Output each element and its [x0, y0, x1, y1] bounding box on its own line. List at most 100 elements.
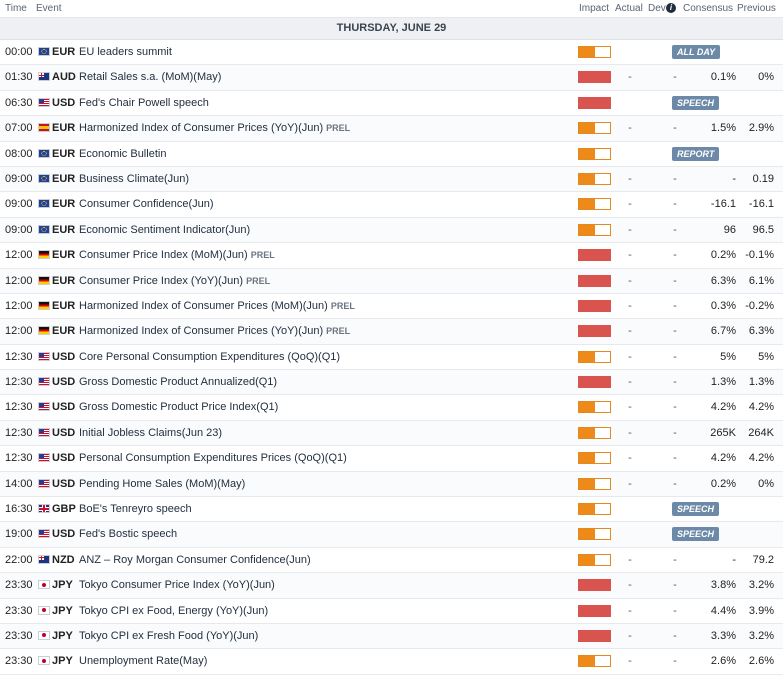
us-flag-icon	[38, 351, 50, 361]
event-title[interactable]: Personal Consumption Expenditures Prices…	[79, 452, 347, 464]
table-row[interactable]: 19:00 USD Fed's Bostic speech SPEECH	[0, 522, 783, 548]
table-row[interactable]: 23:30 JPY Tokyo Consumer Price Index (YoY)…	[0, 573, 783, 599]
event-name[interactable]: Consumer Confidence(Jun)	[79, 192, 569, 216]
impact-medium-icon	[578, 426, 611, 439]
info-icon[interactable]: i	[666, 3, 676, 13]
table-row[interactable]: 22:00 NZD ANZ – Roy Morgan Consumer Confid…	[0, 547, 783, 574]
event-time: 14:00	[5, 477, 33, 490]
header-impact[interactable]: Impact	[579, 3, 609, 14]
event-name[interactable]: Unemployment Rate(May)	[79, 649, 569, 673]
event-title[interactable]: Economic Sentiment Indicator(Jun)	[79, 224, 250, 236]
event-deviation: -	[673, 426, 677, 439]
event-currency: USD	[52, 401, 76, 414]
table-row[interactable]: 23:30 JPY Tokyo CPI ex Food, Energy (YoY)(…	[0, 598, 783, 624]
event-name[interactable]: Consumer Price Index (YoY)(Jun) PREL	[79, 269, 569, 293]
table-row[interactable]: 12:30 USD Core Personal Consumption Expend…	[0, 344, 783, 371]
event-title[interactable]: Pending Home Sales (MoM)(May)	[79, 478, 245, 490]
table-row[interactable]: 12:00 EUR Harmonized Index of Consumer Pri…	[0, 293, 783, 320]
event-name[interactable]: Tokyo Consumer Price Index (YoY)(Jun)	[79, 573, 569, 597]
event-title[interactable]: Consumer Price Index (YoY)(Jun)	[79, 275, 243, 287]
de-flag-icon	[38, 250, 50, 260]
table-row[interactable]: 12:30 USD Gross Domestic Product Annualize…	[0, 370, 783, 396]
impact-medium-icon	[578, 452, 611, 465]
table-row[interactable]: 12:00 EUR Consumer Price Index (YoY)(Jun) P…	[0, 268, 783, 294]
header-event[interactable]: Event	[36, 3, 62, 14]
event-name[interactable]: ANZ – Roy Morgan Consumer Confidence(Jun…	[79, 548, 569, 572]
event-consensus: 6.7%	[710, 325, 736, 338]
table-row[interactable]: 16:30 GBP BoE's Tenreyro speech SPEECH	[0, 497, 783, 523]
header-previous[interactable]: Previous	[737, 3, 776, 14]
jp-flag-icon	[38, 630, 50, 640]
header-actual[interactable]: Actual	[615, 3, 643, 14]
event-title[interactable]: Harmonized Index of Consumer Prices (YoY…	[79, 325, 323, 337]
event-name[interactable]: Gross Domestic Product Annualized(Q1)	[79, 370, 569, 394]
event-name[interactable]: Tokyo CPI ex Fresh Food (YoY)(Jun)	[79, 624, 569, 648]
event-time: 06:30	[5, 96, 33, 109]
event-title[interactable]: Gross Domestic Product Annualized(Q1)	[79, 376, 277, 388]
event-deviation: -	[673, 122, 677, 135]
event-name[interactable]: BoE's Tenreyro speech	[79, 497, 569, 521]
event-title[interactable]: Tokyo Consumer Price Index (YoY)(Jun)	[79, 579, 275, 591]
event-title[interactable]: Business Climate(Jun)	[79, 173, 189, 185]
event-title[interactable]: Retail Sales s.a. (MoM)(May)	[79, 71, 221, 83]
header-time[interactable]: Time	[5, 3, 27, 14]
event-title[interactable]: EU leaders summit	[79, 46, 172, 58]
event-name[interactable]: Core Personal Consumption Expenditures (…	[79, 345, 569, 369]
event-name[interactable]: Pending Home Sales (MoM)(May)	[79, 472, 569, 496]
event-name[interactable]: Personal Consumption Expenditures Prices…	[79, 446, 569, 470]
event-title[interactable]: Economic Bulletin	[79, 148, 166, 160]
table-row[interactable]: 08:00 EUR Economic Bulletin REPORT	[0, 141, 783, 167]
event-title[interactable]: Consumer Confidence(Jun)	[79, 198, 214, 210]
table-row[interactable]: 09:00 EUR Economic Sentiment Indicator(Jun…	[0, 217, 783, 244]
event-title[interactable]: Core Personal Consumption Expenditures (…	[79, 351, 340, 363]
table-row[interactable]: 01:30 AUD Retail Sales s.a. (MoM)(May) - - 0.…	[0, 65, 783, 91]
event-title[interactable]: Tokyo CPI ex Fresh Food (YoY)(Jun)	[79, 630, 258, 642]
event-title[interactable]: Initial Jobless Claims(Jun 23)	[79, 427, 222, 439]
table-row[interactable]: 23:30 JPY Tokyo CPI ex Fresh Food (YoY)(Ju…	[0, 623, 783, 650]
event-title[interactable]: Unemployment Rate(May)	[79, 655, 207, 667]
event-name[interactable]: Tokyo CPI ex Food, Energy (YoY)(Jun)	[79, 599, 569, 623]
table-row[interactable]: 09:00 EUR Consumer Confidence(Jun) - - -16.1-…	[0, 192, 783, 218]
event-name[interactable]: Retail Sales s.a. (MoM)(May)	[79, 65, 569, 89]
event-title[interactable]: Fed's Bostic speech	[79, 528, 177, 540]
event-title[interactable]: Fed's Chair Powell speech	[79, 97, 209, 109]
event-title[interactable]: Harmonized Index of Consumer Prices (MoM…	[79, 300, 328, 312]
event-name[interactable]: Consumer Price Index (MoM)(Jun) PREL	[79, 243, 569, 267]
table-row[interactable]: 07:00 EUR Harmonized Index of Consumer Pri…	[0, 116, 783, 142]
table-row[interactable]: 12:00 EUR Harmonized Index of Consumer Pri…	[0, 319, 783, 345]
table-row[interactable]: 09:00 EUR Business Climate(Jun) - - - 0.19	[0, 166, 783, 193]
table-row[interactable]: 12:30 USD Gross Domestic Product Price Ind…	[0, 395, 783, 421]
event-name[interactable]: Harmonized Index of Consumer Prices (MoM…	[79, 294, 569, 318]
event-previous: 264K	[748, 426, 774, 439]
table-row[interactable]: 23:30 JPY Unemployment Rate(May) - - 2.6% 2.6%	[0, 649, 783, 675]
event-title[interactable]: ANZ – Roy Morgan Consumer Confidence(Jun…	[79, 554, 311, 566]
event-name[interactable]: Gross Domestic Product Price Index(Q1)	[79, 395, 569, 419]
event-title[interactable]: BoE's Tenreyro speech	[79, 503, 192, 515]
table-row[interactable]: 12:30 USD Personal Consumption Expenditure…	[0, 446, 783, 472]
impact-medium-icon	[578, 198, 611, 211]
event-name[interactable]: Fed's Chair Powell speech	[79, 91, 569, 115]
event-consensus: 1.5%	[710, 122, 736, 135]
de-flag-icon	[38, 275, 50, 285]
event-title[interactable]: Consumer Price Index (MoM)(Jun)	[79, 249, 248, 261]
table-row[interactable]: 06:30 USD Fed's Chair Powell speech SPEECH	[0, 90, 783, 117]
event-name[interactable]: Initial Jobless Claims(Jun 23)	[79, 421, 569, 445]
event-name[interactable]: Economic Bulletin	[79, 142, 569, 166]
event-title[interactable]: Gross Domestic Product Price Index(Q1)	[79, 401, 278, 413]
event-actual: -	[628, 223, 632, 236]
event-title[interactable]: Tokyo CPI ex Food, Energy (YoY)(Jun)	[79, 605, 268, 617]
event-title[interactable]: Harmonized Index of Consumer Prices (YoY…	[79, 122, 323, 134]
header-consensus[interactable]: Consensus	[683, 3, 733, 14]
header-dev[interactable]: Dev	[648, 3, 666, 14]
event-name[interactable]: Harmonized Index of Consumer Prices (YoY…	[79, 116, 569, 140]
event-name[interactable]: Business Climate(Jun)	[79, 167, 569, 191]
table-row[interactable]: 14:00 USD Pending Home Sales (MoM)(May) - - 0…	[0, 471, 783, 498]
table-row[interactable]: 00:00 EUR EU leaders summit ALL DAY	[0, 40, 783, 66]
event-name[interactable]: Fed's Bostic speech	[79, 522, 569, 546]
table-row[interactable]: 12:00 EUR Consumer Price Index (MoM)(Jun) P…	[0, 243, 783, 269]
table-row[interactable]: 12:30 USD Initial Jobless Claims(Jun 23) - -…	[0, 420, 783, 447]
event-name[interactable]: Harmonized Index of Consumer Prices (YoY…	[79, 319, 569, 343]
event-name[interactable]: Economic Sentiment Indicator(Jun)	[79, 218, 569, 242]
event-deviation: -	[673, 172, 677, 185]
event-name[interactable]: EU leaders summit	[79, 40, 569, 64]
